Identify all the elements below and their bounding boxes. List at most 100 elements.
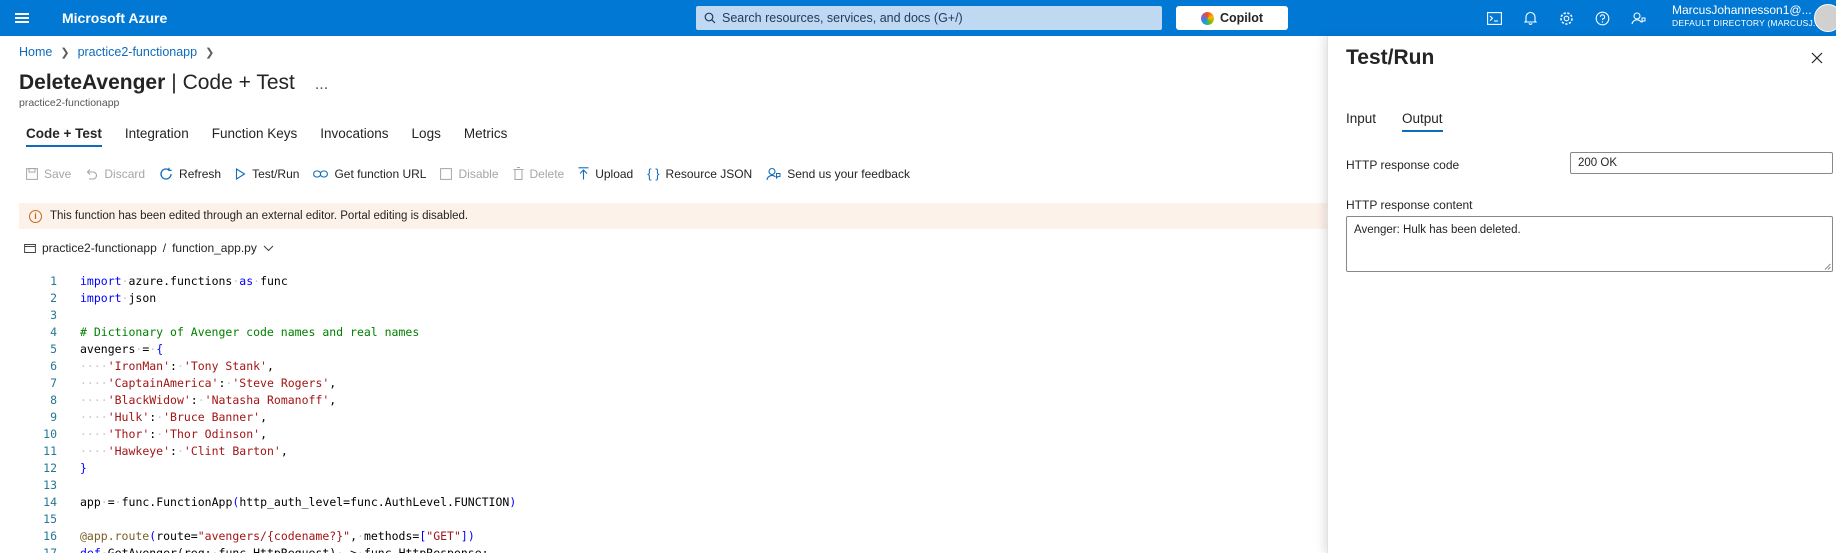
function-tabs: Code + Test Integration Function Keys In… [26, 126, 530, 147]
test-run-panel: Test/Run Input Output HTTP response code… [1327, 36, 1836, 553]
search-placeholder: Search resources, services, and docs (G+… [722, 11, 963, 25]
code-line: 13 [43, 478, 57, 492]
disable-button[interactable]: Disable [440, 166, 499, 181]
send-feedback-button[interactable]: Send us your feedback [766, 167, 910, 181]
resource-json-button[interactable]: { } Resource JSON [647, 166, 752, 181]
file-path-file[interactable]: function_app.py [172, 241, 257, 255]
upload-label: Upload [595, 166, 634, 181]
save-label: Save [44, 166, 72, 181]
bell-icon[interactable] [1512, 0, 1548, 36]
upload-icon [578, 167, 589, 180]
tab-code-test[interactable]: Code + Test [26, 126, 102, 147]
file-path-separator: / [162, 241, 167, 255]
get-function-url-button[interactable]: Get function URL [313, 167, 426, 181]
account-name: MarcusJohannesson1@... [1672, 3, 1812, 17]
avatar[interactable] [1814, 4, 1836, 32]
code-line: 7 ····'CaptainAmerica':·'Steve Rogers', [50, 376, 337, 390]
feedback-label: Send us your feedback [787, 166, 910, 181]
breadcrumb-home[interactable]: Home [19, 45, 52, 59]
more-options-icon[interactable]: ... [315, 76, 328, 94]
code-line: 6 ····'IronMan':·'Tony Stank', [50, 359, 274, 373]
code-line: 11 ····'Hawkeye':·'Clint Barton', [43, 444, 288, 458]
response-content-text: Avenger: Hulk has been deleted. [1354, 224, 1521, 236]
response-content-field[interactable]: Avenger: Hulk has been deleted. [1346, 216, 1833, 272]
brand-title[interactable]: Microsoft Azure [62, 10, 167, 26]
tab-output[interactable]: Output [1402, 111, 1443, 132]
folder-icon [24, 244, 36, 253]
tab-metrics[interactable]: Metrics [464, 126, 508, 147]
code-line: 16 @app.route(route="avengers/{codename?}… [43, 529, 475, 543]
file-path-app[interactable]: practice2-functionapp [42, 241, 157, 255]
checkbox-icon [440, 167, 453, 180]
account-directory: DEFAULT DIRECTORY (MARCUSJ... [1672, 18, 1821, 28]
trash-icon [513, 167, 524, 180]
code-line: 1 import·azure.functions·as·func [50, 274, 288, 288]
code-line: 9 ····'Hulk':·'Bruce Banner', [50, 410, 267, 424]
tab-invocations[interactable]: Invocations [320, 126, 388, 147]
code-editor[interactable]: 1 import·azure.functions·as·func 2 import·… [19, 273, 1327, 553]
braces-icon: { } [647, 166, 660, 181]
tab-integration[interactable]: Integration [125, 126, 189, 147]
delete-button[interactable]: Delete [513, 166, 565, 181]
play-icon [236, 167, 246, 180]
account-info[interactable]: MarcusJohannesson1@... DEFAULT DIRECTORY… [1672, 4, 1821, 30]
upload-button[interactable]: Upload [578, 167, 633, 181]
response-code-field[interactable]: 200 OK [1570, 152, 1833, 174]
copilot-button[interactable]: Copilot [1176, 6, 1288, 30]
page-title: DeleteAvenger | Code + Test ... [19, 71, 328, 95]
refresh-icon [160, 167, 172, 180]
discard-label: Discard [104, 166, 146, 181]
tab-function-keys[interactable]: Function Keys [212, 126, 298, 147]
copilot-logo-icon [1200, 11, 1214, 25]
breadcrumb: Home ❯ practice2-functionapp ❯ [19, 45, 214, 59]
code-line: 8 ····'BlackWidow':·'Natasha Romanoff', [50, 393, 337, 407]
toolbar: Save Discard Refresh Test/Run Get functi… [26, 166, 924, 181]
chevron-down-icon[interactable] [263, 245, 274, 252]
cloud-shell-icon[interactable] [1476, 0, 1512, 36]
save-icon [26, 167, 38, 180]
breadcrumb-app[interactable]: practice2-functionapp [78, 45, 198, 59]
panel-title: Test/Run [1346, 46, 1435, 69]
copilot-label: Copilot [1219, 11, 1264, 25]
search-icon [704, 12, 722, 24]
function-name: DeleteAvenger [19, 71, 166, 94]
panel-tabs: Input Output [1346, 111, 1469, 132]
info-icon: i [29, 209, 42, 223]
chevron-right-icon: ❯ [205, 46, 215, 59]
code-line: 12} [43, 461, 87, 475]
feedback-person-icon [766, 167, 781, 180]
undo-icon [87, 168, 98, 180]
delete-label: Delete [529, 166, 565, 181]
link-icon [313, 169, 329, 178]
page-subtitle: practice2-functionapp [19, 97, 120, 109]
code-line: 17 def·GetAvenger(req:·func.HttpRequest)·… [43, 546, 489, 553]
gear-icon[interactable] [1548, 0, 1584, 36]
feedback-icon[interactable] [1620, 0, 1656, 36]
warning-banner: i This function has been edited through … [19, 203, 1327, 229]
disable-label: Disable [458, 166, 499, 181]
chevron-right-icon: ❯ [60, 46, 70, 59]
help-icon[interactable] [1584, 0, 1620, 36]
top-icons [1476, 0, 1656, 36]
refresh-button[interactable]: Refresh [159, 167, 221, 181]
get-url-label: Get function URL [334, 166, 427, 181]
tab-input[interactable]: Input [1346, 111, 1376, 132]
code-line: 15 [43, 512, 57, 526]
hamburger-menu-icon[interactable] [0, 0, 44, 36]
tab-logs[interactable]: Logs [412, 126, 441, 147]
close-icon[interactable] [1809, 50, 1825, 66]
response-content-label: HTTP response content [1346, 198, 1473, 212]
resource-json-label: Resource JSON [665, 166, 753, 181]
test-run-button[interactable]: Test/Run [235, 167, 299, 181]
code-line: 4 # Dictionary of Avenger code names and … [50, 325, 420, 339]
discard-button[interactable]: Discard [85, 167, 145, 181]
save-button[interactable]: Save [26, 167, 71, 181]
page-section: | Code + Test [171, 71, 295, 94]
code-line: 5 avengers·=·{ [50, 342, 164, 356]
response-code-label: HTTP response code [1346, 158, 1460, 172]
code-line: 14 app·=·func.FunctionApp(http_auth_level… [43, 495, 517, 509]
refresh-label: Refresh [179, 166, 222, 181]
search-box[interactable]: Search resources, services, and docs (G+… [696, 6, 1162, 30]
top-bar: Microsoft Azure Search resources, servic… [0, 0, 1836, 36]
resize-handle-icon[interactable] [1824, 263, 1831, 270]
